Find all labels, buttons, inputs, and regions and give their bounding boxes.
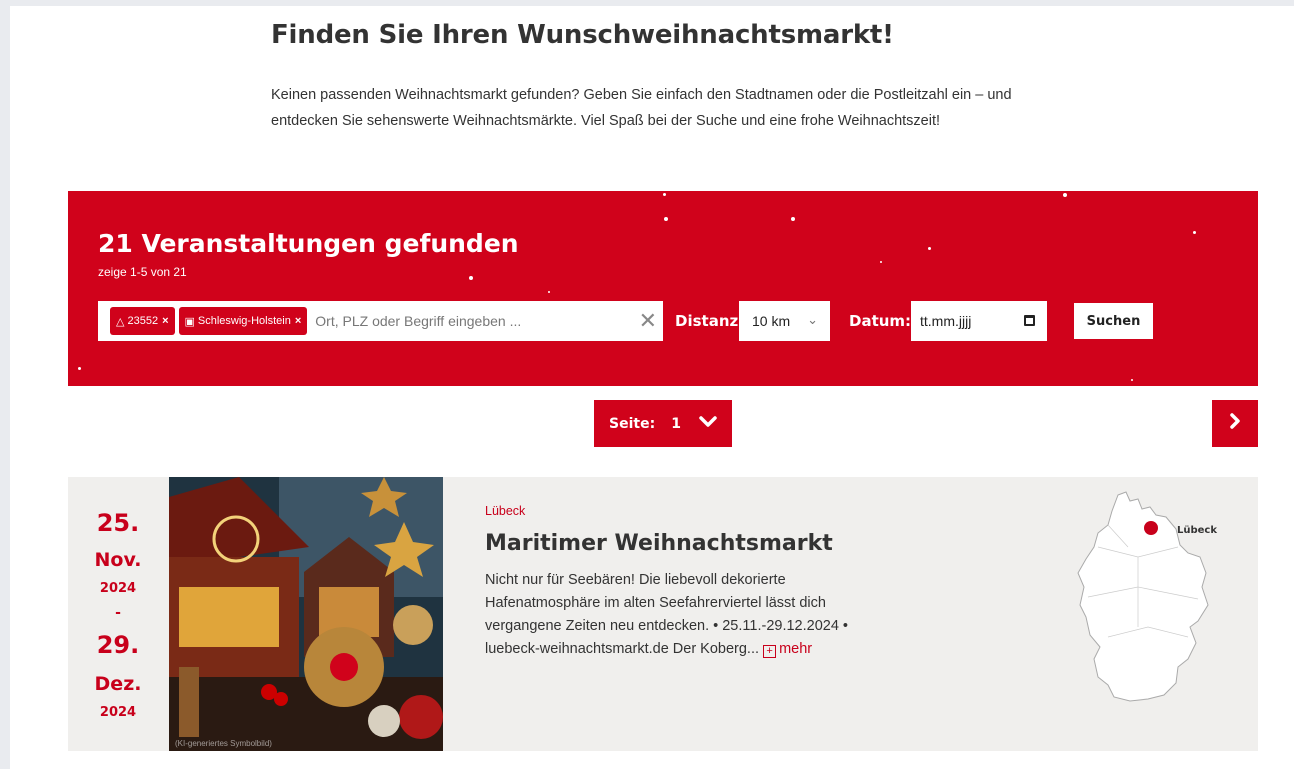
location-marker-icon — [1144, 521, 1158, 535]
distance-label: Distanz: — [675, 312, 745, 330]
map-icon: ▣ — [184, 315, 195, 328]
snow-dot — [1063, 193, 1067, 197]
end-day: 29. — [96, 631, 140, 659]
date-separator: - — [115, 605, 121, 621]
snow-dot — [791, 217, 795, 221]
map-label: Lübeck — [1177, 525, 1218, 536]
date-input[interactable]: tt.mm.jjjj — [911, 301, 1047, 341]
snow-dot — [880, 261, 882, 263]
event-image[interactable]: (KI-generiertes Symbolbild) — [169, 477, 443, 751]
market-illustration — [169, 477, 443, 751]
snow-dot — [78, 367, 81, 370]
remove-chip-icon[interactable]: × — [162, 315, 168, 327]
start-day: 25. — [96, 509, 140, 537]
clear-search-icon[interactable]: ✕ — [639, 307, 657, 335]
search-field[interactable]: △ 23552 × ▣ Schleswig-Holstein × ✕ — [98, 301, 663, 341]
results-count: 21 Veranstaltungen gefunden — [98, 229, 519, 258]
event-description: Nicht nur für Seebären! Die liebevoll de… — [485, 569, 890, 661]
event-card[interactable]: 25. Nov. 2024 - 29. Dez. 2024 (KI-generi… — [68, 477, 1258, 751]
image-credit: (KI-generiertes Symbolbild) — [175, 739, 272, 748]
snow-dot — [1193, 231, 1196, 234]
end-year: 2024 — [99, 705, 137, 720]
filter-chip-postcode[interactable]: △ 23552 × — [110, 307, 175, 335]
current-page: 1 — [671, 415, 681, 432]
more-label: mehr — [779, 641, 813, 657]
date-value: tt.mm.jjjj — [920, 313, 972, 329]
start-year: 2024 — [99, 581, 137, 596]
end-month: Dez. — [94, 673, 142, 695]
remove-chip-icon[interactable]: × — [295, 315, 301, 327]
event-dates: 25. Nov. 2024 - 29. Dez. 2024 — [68, 477, 168, 751]
calendar-icon[interactable] — [1024, 315, 1035, 326]
page-label: Seite: — [609, 415, 656, 432]
snow-dot — [1131, 379, 1133, 381]
chevron-right-icon — [1229, 412, 1241, 435]
snow-dot — [548, 291, 550, 293]
page: Finden Sie Ihren Wunschweihnachtsmarkt! … — [10, 6, 1294, 769]
next-page-button[interactable] — [1212, 400, 1258, 447]
search-input[interactable] — [315, 313, 606, 329]
search-button[interactable]: Suchen — [1074, 303, 1153, 339]
more-link[interactable]: + mehr — [763, 641, 813, 658]
snow-dot — [663, 193, 666, 196]
search-banner: 21 Veranstaltungen gefunden zeige 1-5 vo… — [68, 191, 1258, 386]
intro-text: Keinen passenden Weihnachtsmarkt gefunde… — [271, 87, 1012, 129]
chevron-down-icon — [699, 415, 717, 432]
page-selector[interactable]: Seite: 1 — [594, 400, 732, 447]
filter-chip-region[interactable]: ▣ Schleswig-Holstein × — [178, 307, 308, 335]
date-label: Datum: — [849, 312, 912, 330]
distance-value: 10 km — [752, 313, 791, 329]
plus-icon: + — [763, 645, 777, 658]
page-title: Finden Sie Ihren Wunschweihnachtsmarkt! — [271, 20, 894, 50]
chevron-down-icon: ⌄ — [807, 312, 818, 327]
event-city[interactable]: Lübeck — [485, 504, 525, 518]
pin-icon: △ — [116, 315, 125, 328]
event-title[interactable]: Maritimer Weihnachtsmarkt — [485, 531, 833, 556]
snow-dot — [928, 247, 931, 250]
chip-label: Schleswig-Holstein — [197, 315, 291, 327]
germany-map[interactable] — [1068, 487, 1218, 707]
start-month: Nov. — [94, 549, 142, 571]
distance-select[interactable]: 10 km ⌄ — [739, 301, 830, 341]
snow-dot — [469, 276, 473, 280]
snow-dot — [664, 217, 668, 221]
results-range: zeige 1-5 von 21 — [98, 265, 187, 279]
chip-label: 23552 — [127, 315, 159, 327]
